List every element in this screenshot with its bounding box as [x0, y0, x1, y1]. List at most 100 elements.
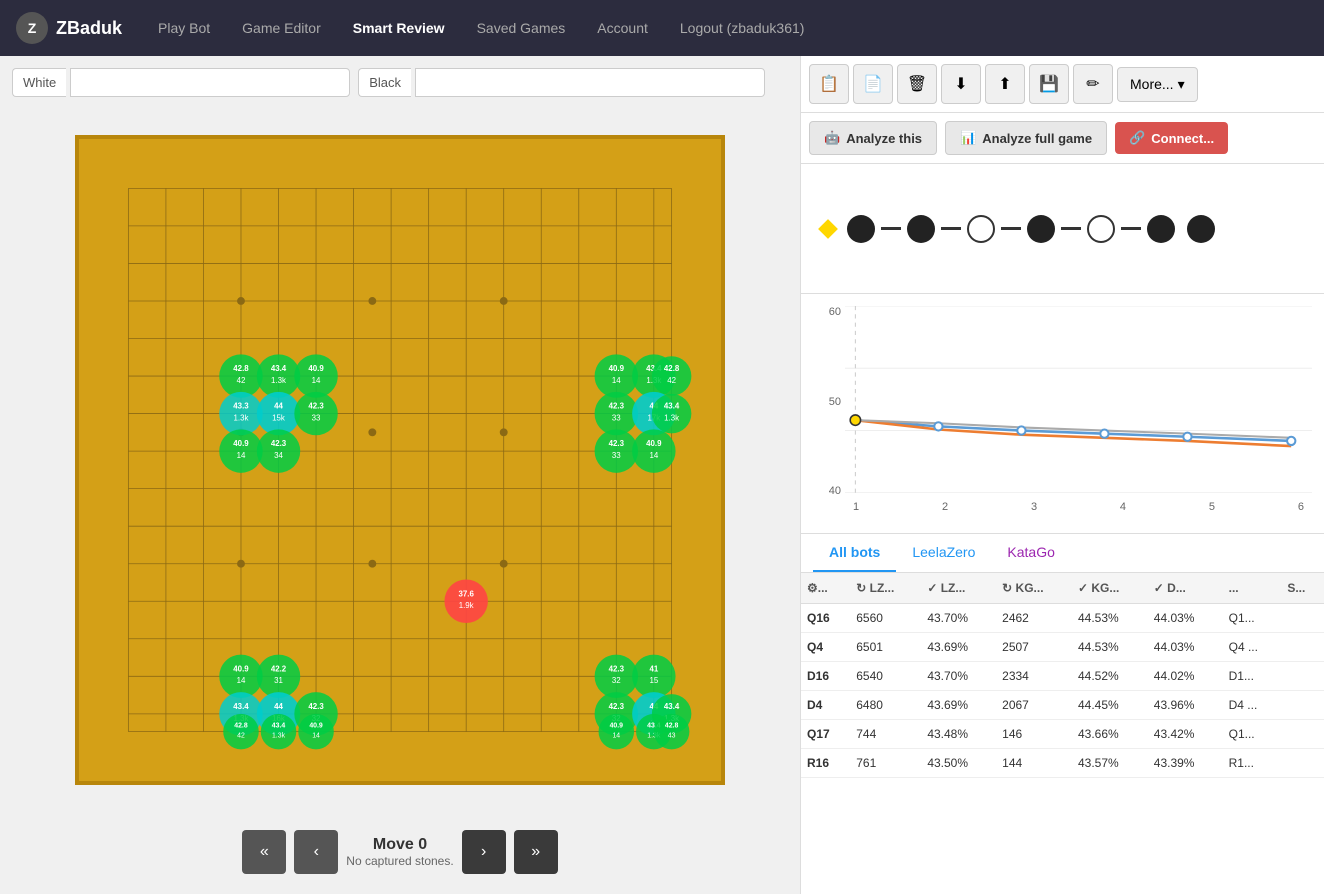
cell-extra: R1...	[1223, 749, 1282, 778]
analyze-this-btn[interactable]: 🤖 Analyze this	[809, 121, 937, 155]
move-captured: No captured stones.	[346, 854, 453, 868]
table-row[interactable]: R16 761 43.50% 144 43.57% 43.39% R1...	[801, 749, 1324, 778]
x-label-3: 3	[1031, 501, 1037, 521]
y-label-40: 40	[829, 485, 841, 497]
cell-extra: Q1...	[1223, 720, 1282, 749]
analyze-full-btn[interactable]: 📊 Analyze full game	[945, 121, 1107, 155]
paste-btn[interactable]: 📄	[853, 64, 893, 104]
cell-lz-wr: 43.70%	[921, 662, 996, 691]
svg-text:33: 33	[612, 413, 621, 422]
black-input[interactable]	[415, 68, 765, 97]
svg-text:42: 42	[237, 375, 246, 384]
tab-all-bots[interactable]: All bots	[813, 534, 896, 572]
x-label-5: 5	[1209, 501, 1215, 521]
svg-text:42.2: 42.2	[271, 664, 287, 673]
svg-text:1.3k: 1.3k	[664, 413, 679, 422]
cell-move: Q17	[801, 720, 850, 749]
cell-move: R16	[801, 749, 850, 778]
col-header-move: ⚙...	[801, 573, 850, 604]
board-grid: 42.8 42 43.4 1.3k 40.9 14 43.3 1.3k 44 1…	[79, 139, 721, 781]
nav-saved-games[interactable]: Saved Games	[465, 12, 578, 44]
svg-text:43.4: 43.4	[664, 401, 680, 410]
svg-text:40.9: 40.9	[233, 664, 249, 673]
cell-lz-visits: 6501	[850, 633, 921, 662]
prev-btn[interactable]: ‹	[294, 830, 338, 874]
board-container: 42.8 42 43.4 1.3k 40.9 14 43.3 1.3k 44 1…	[12, 105, 788, 814]
go-board[interactable]: 42.8 42 43.4 1.3k 40.9 14 43.3 1.3k 44 1…	[75, 135, 725, 785]
tab-katago[interactable]: KataGo	[991, 534, 1070, 572]
connect-label: Connect...	[1151, 131, 1214, 146]
connector	[881, 227, 901, 230]
svg-text:43.4: 43.4	[233, 701, 249, 710]
edit-btn[interactable]: ✏	[1073, 64, 1113, 104]
chart-svg	[845, 306, 1312, 493]
svg-text:1.9k: 1.9k	[459, 601, 474, 610]
upload-btn[interactable]: ⬆	[985, 64, 1025, 104]
svg-text:42.8: 42.8	[665, 722, 679, 729]
more-btn[interactable]: More... ▾	[1117, 67, 1198, 102]
svg-text:14: 14	[612, 732, 620, 739]
nav-smart-review[interactable]: Smart Review	[341, 12, 457, 44]
next-btn[interactable]: ›	[462, 830, 506, 874]
black-player-group: Black	[358, 68, 765, 97]
chart-area: 60 50 40	[813, 306, 1312, 521]
cell-lz-visits: 744	[850, 720, 921, 749]
svg-text:14: 14	[237, 676, 246, 685]
y-label-50: 50	[829, 396, 841, 408]
stone-2	[907, 215, 935, 243]
app-logo[interactable]: Z ZBaduk	[16, 12, 122, 44]
diamond-marker	[818, 219, 838, 239]
analyze-full-icon: 📊	[960, 130, 976, 146]
svg-text:40.9: 40.9	[609, 364, 625, 373]
nav-game-editor[interactable]: Game Editor	[230, 12, 333, 44]
download-btn[interactable]: ⬇	[941, 64, 981, 104]
table-row[interactable]: D16 6540 43.70% 2334 44.52% 44.02% D1...	[801, 662, 1324, 691]
col-header-kg-visits: ↻ KG...	[996, 573, 1072, 604]
cell-extra: D1...	[1223, 662, 1282, 691]
table-row[interactable]: Q17 744 43.48% 146 43.66% 43.42% Q1...	[801, 720, 1324, 749]
table-row[interactable]: D4 6480 43.69% 2067 44.45% 43.96% D4 ...	[801, 691, 1324, 720]
table-header-row: ⚙... ↻ LZ... ✓ LZ... ↻ KG... ✓ KG... ✓ D…	[801, 573, 1324, 604]
analyze-bar: 🤖 Analyze this 📊 Analyze full game 🔗 Con…	[801, 113, 1324, 164]
navbar: Z ZBaduk Play Bot Game Editor Smart Revi…	[0, 0, 1324, 56]
next-next-btn[interactable]: »	[514, 830, 558, 874]
copy-btn[interactable]: 📋	[809, 64, 849, 104]
nav-logout[interactable]: Logout (zbaduk361)	[668, 12, 817, 44]
svg-text:14: 14	[649, 451, 658, 460]
cell-kg-visits: 2334	[996, 662, 1072, 691]
win-rate-chart: 60 50 40	[801, 294, 1324, 534]
diagram-stones	[813, 195, 1223, 263]
svg-text:42.3: 42.3	[271, 439, 287, 448]
connector	[1121, 227, 1141, 230]
svg-text:32: 32	[612, 676, 621, 685]
svg-text:15: 15	[649, 676, 658, 685]
cell-s	[1281, 720, 1324, 749]
cell-s	[1281, 633, 1324, 662]
svg-text:40.9: 40.9	[308, 364, 324, 373]
prev-prev-btn[interactable]: «	[242, 830, 286, 874]
save-btn[interactable]: 💾	[1029, 64, 1069, 104]
svg-text:42.8: 42.8	[664, 364, 680, 373]
svg-text:31: 31	[274, 676, 283, 685]
analyze-this-icon: 🤖	[824, 130, 840, 146]
svg-text:40.9: 40.9	[309, 722, 323, 729]
tab-leelazero[interactable]: LeelaZero	[896, 534, 991, 572]
cell-d-wr: 43.39%	[1148, 749, 1223, 778]
table-row[interactable]: Q4 6501 43.69% 2507 44.53% 44.03% Q4 ...	[801, 633, 1324, 662]
cell-kg-wr: 43.66%	[1072, 720, 1148, 749]
diagram-scroll[interactable]	[813, 164, 1223, 293]
cell-s	[1281, 691, 1324, 720]
nav-play-bot[interactable]: Play Bot	[146, 12, 222, 44]
white-input[interactable]	[70, 68, 350, 97]
analysis-table-body: Q16 6560 43.70% 2462 44.53% 44.03% Q1...…	[801, 604, 1324, 778]
move-diagram	[801, 164, 1324, 294]
stone-1	[847, 215, 875, 243]
stone-3	[967, 215, 995, 243]
delete-btn[interactable]: 🗑	[897, 64, 937, 104]
connect-btn[interactable]: 🔗 Connect...	[1115, 122, 1228, 154]
analysis-table-wrapper[interactable]: ⚙... ↻ LZ... ✓ LZ... ↻ KG... ✓ KG... ✓ D…	[801, 573, 1324, 894]
table-row[interactable]: Q16 6560 43.70% 2462 44.53% 44.03% Q1...	[801, 604, 1324, 633]
bot-tabs: All bots LeelaZero KataGo	[801, 534, 1324, 573]
nav-account[interactable]: Account	[585, 12, 660, 44]
x-label-6: 6	[1298, 501, 1304, 521]
